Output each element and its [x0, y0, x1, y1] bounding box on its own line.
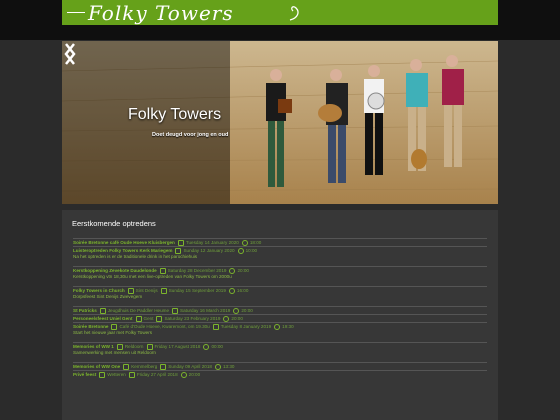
- event-date: Sunday 15 September 2019: [168, 288, 226, 294]
- event-title-link[interactable]: Personeelsfeest Uniel Gent: [73, 316, 133, 321]
- event-date: Saturday 23 February 2019: [164, 316, 221, 322]
- site-logo[interactable]: Folky Towers: [62, 0, 498, 25]
- event-description: Samenwerking met mensen uit Reldoorn: [73, 350, 156, 355]
- event-date: Saturday 28 December 2019: [167, 268, 227, 274]
- event-title-link[interactable]: Privé feest: [73, 372, 96, 377]
- event-time: 00:00: [211, 344, 223, 350]
- event-time: 18:00: [249, 240, 262, 246]
- event-time: 20:00: [241, 308, 253, 314]
- event-date: Friday 17 August 2018: [154, 344, 201, 350]
- event-location: Jeugdhuis De Paddler Heume: [107, 308, 170, 314]
- event-description: Na het optreden is er de traditionele dr…: [73, 254, 198, 259]
- event-item: Memories of WW One Kemmelberg Sunday 09 Ap…: [73, 362, 487, 370]
- next-slide-icon[interactable]: [62, 41, 78, 67]
- calendar-icon: [212, 324, 219, 330]
- event-item: Luisteroptreden Folky Towers Kerk Marieg…: [73, 246, 487, 260]
- event-title-link[interactable]: Luisteroptreden Folky Towers Kerk Marieg…: [73, 248, 172, 253]
- event-title-link[interactable]: Soirée Bretonne: [73, 324, 108, 329]
- event-location: Reldoorn: [124, 344, 144, 350]
- event-title-link[interactable]: Kerstkoppening Zevekote Daudelonde: [73, 268, 157, 273]
- event-time: 10:00: [245, 248, 258, 254]
- upcoming-events-panel: Eerstkomende optredens Soirée Bretonne c…: [62, 210, 498, 420]
- event-time: 19:30: [282, 324, 294, 330]
- event-time: 20:00: [231, 316, 243, 322]
- event-item: Folky Towers in Church Sint Denijs Sunday …: [73, 286, 487, 300]
- event-date: Sunday 12 January 2020: [183, 248, 235, 254]
- clock-icon: [237, 248, 244, 254]
- section-title: Eerstkomende optredens: [72, 219, 156, 228]
- event-date: Saturday 16 March 2019: [180, 308, 231, 314]
- event-item: Memories of WW 1 Reldoorn Friday 17 August…: [73, 342, 487, 356]
- logo-swirl-icon: [289, 6, 299, 21]
- event-title-link[interactable]: Folky Towers in Church: [73, 288, 125, 293]
- events-list: Soirée Bretonne café Oude Hoeve Kluisber…: [73, 237, 487, 378]
- event-item: St Patricks Jeugdhuis De Paddler Heume Sat…: [73, 306, 487, 314]
- event-location: Sint Denijs: [135, 288, 158, 294]
- event-date: Tuesday 8 January 2019: [220, 324, 272, 330]
- location-icon: [99, 372, 106, 378]
- event-location: Wetteren: [107, 372, 126, 378]
- event-time: 20:00: [188, 372, 201, 378]
- logo-text: Folky Towers: [88, 1, 234, 25]
- event-date: Tuesday 14 January 2020: [185, 240, 239, 246]
- clock-icon: [180, 372, 187, 378]
- event-item: Personeelsfeest Uniel Gent Gent Saturday 2…: [73, 314, 487, 322]
- event-location: Kemmelberg: [131, 364, 158, 370]
- event-item: Kerstkoppening Zevekote Daudelonde Saturd…: [73, 266, 487, 280]
- event-description: Kerstkoppening vtn 18,30u met een live-o…: [73, 274, 232, 279]
- hero-title: Folky Towers: [128, 106, 222, 123]
- event-title-link[interactable]: Memories of WW 1: [73, 344, 114, 349]
- event-item: Soirée Bretonne Café d'Oude Hoeve, Kwarem…: [73, 322, 487, 336]
- event-title-link[interactable]: Memories of WW One: [73, 364, 120, 369]
- event-location: Gent: [143, 316, 154, 322]
- event-location: Café d'Oude Hoeve, Kwaremont, om 19.30u: [119, 324, 210, 330]
- clock-icon: [228, 288, 235, 294]
- event-title-link[interactable]: St Patricks: [73, 308, 97, 313]
- hero-subtitle: Doet deugd voor jong en oud: [152, 132, 229, 138]
- event-date: Sunday 09 April 2018: [168, 364, 212, 370]
- event-time: 16:00: [236, 288, 249, 294]
- event-title-link[interactable]: Soirée Bretonne café Oude Hoeve Kluisber…: [73, 240, 175, 245]
- event-header: Privé feest Wetteren Friday 27 April 2018 2…: [73, 372, 487, 378]
- event-time: 13:30: [222, 364, 235, 370]
- event-time: 20:00: [237, 268, 249, 274]
- hero-slideshow: Folky Towers Doet deugd voor jong en oud: [62, 41, 498, 204]
- event-date: Friday 27 April 2018: [136, 372, 178, 378]
- event-description: Dorpsfeest Sint Denijs Zwevegem: [73, 294, 143, 299]
- clock-icon: [274, 324, 281, 330]
- event-description: Start het nieuwe jaar met Folky Towers: [73, 330, 153, 335]
- calendar-icon: [128, 372, 135, 378]
- calendar-icon: [160, 288, 167, 294]
- clock-icon: [203, 344, 210, 350]
- logo-line: [67, 12, 85, 13]
- event-item: Privé feest Wetteren Friday 27 April 2018 2…: [73, 370, 487, 378]
- event-item: Soirée Bretonne café Oude Hoeve Kluisber…: [73, 238, 487, 246]
